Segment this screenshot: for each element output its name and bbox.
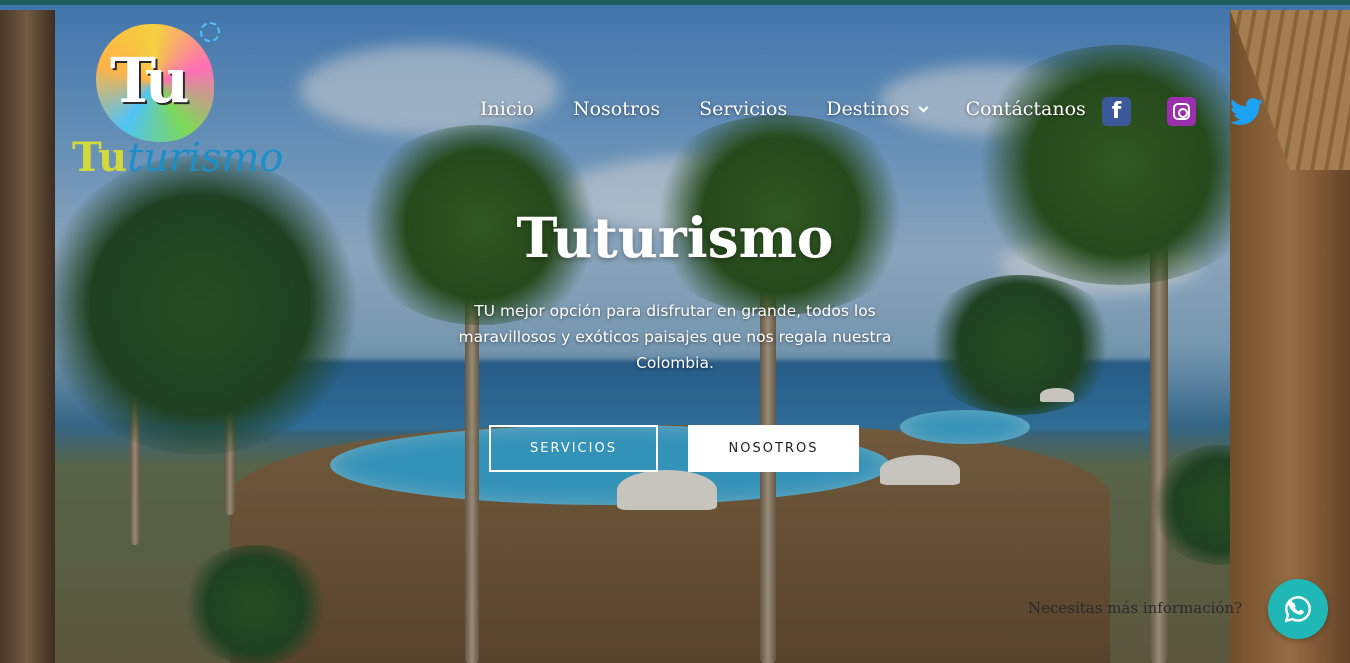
logo-decoration <box>200 22 220 42</box>
facebook-icon[interactable]: f <box>1102 97 1131 126</box>
site-logo[interactable]: Tu Tuturismo <box>72 22 283 197</box>
whatsapp-icon[interactable] <box>1268 579 1328 639</box>
top-accent-bar <box>0 0 1350 5</box>
logo-mark: Tu <box>110 44 189 117</box>
hero-subtitle: TU mejor opción para disfrutar en grande… <box>458 302 892 372</box>
servicios-button[interactable]: SERVICIOS <box>489 425 658 472</box>
logo-wordmark: Tuturismo <box>72 134 284 181</box>
chat-prompt: Necesitas más información? <box>1028 599 1243 617</box>
main-nav: Inicio Nosotros Servicios Destinos Contá… <box>480 98 1125 120</box>
nav-servicios[interactable]: Servicios <box>699 98 787 120</box>
nav-nosotros[interactable]: Nosotros <box>573 98 660 120</box>
nav-inicio[interactable]: Inicio <box>480 98 534 120</box>
twitter-icon[interactable] <box>1230 97 1264 126</box>
nav-contactanos[interactable]: Contáctanos <box>966 98 1086 120</box>
nosotros-button[interactable]: NOSOTROS <box>688 425 859 472</box>
hero-title: Tuturismo <box>516 205 834 270</box>
instagram-icon[interactable] <box>1167 97 1196 126</box>
nav-destinos[interactable]: Destinos <box>826 98 929 120</box>
chevron-down-icon <box>918 102 929 112</box>
